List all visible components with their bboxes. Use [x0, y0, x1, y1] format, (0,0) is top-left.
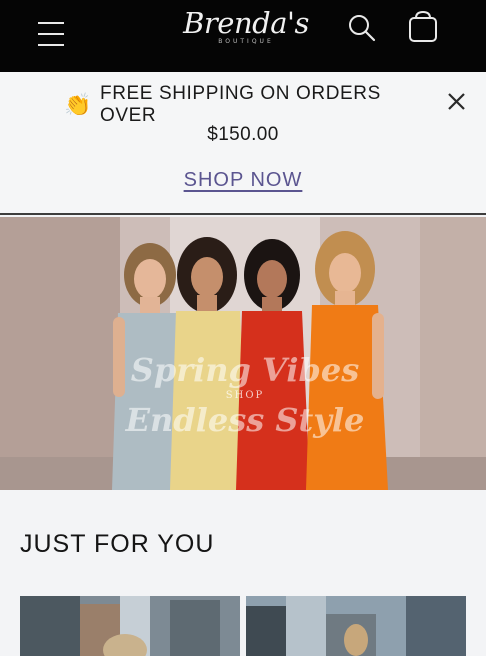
- clapping-hands-icon: 👏: [64, 92, 92, 117]
- hero-banner[interactable]: Spring Vibes SHOP Endless Style: [0, 217, 486, 490]
- section-title: JUST FOR YOU: [20, 530, 215, 558]
- shopping-bag-icon[interactable]: [406, 10, 440, 44]
- site-header: Brenda's BOUTIQUE: [0, 0, 486, 72]
- product-image-1: [20, 596, 240, 656]
- announcement-bar: 👏 FREE SHIPPING ON ORDERS OVER $150.00 S…: [0, 72, 486, 215]
- close-icon[interactable]: [445, 90, 469, 114]
- product-card-1[interactable]: [20, 596, 240, 656]
- search-icon[interactable]: [346, 12, 378, 44]
- just-for-you-section: JUST FOR YOU: [0, 490, 486, 656]
- announcement-text: 👏 FREE SHIPPING ON ORDERS OVER: [64, 83, 434, 126]
- shop-now-link[interactable]: SHOP NOW: [184, 169, 303, 191]
- product-image-2: [246, 596, 466, 656]
- hamburger-menu-icon[interactable]: [38, 22, 70, 48]
- announcement-line2: $150.00: [207, 124, 279, 145]
- logo-text: Brenda's: [183, 6, 309, 40]
- shop-now-link-wrap: SHOP NOW: [0, 169, 486, 192]
- announcement-line1: FREE SHIPPING ON ORDERS OVER: [100, 83, 381, 126]
- hero-image: [0, 217, 486, 490]
- site-logo[interactable]: Brenda's BOUTIQUE: [176, 6, 316, 46]
- product-card-2[interactable]: [246, 596, 466, 656]
